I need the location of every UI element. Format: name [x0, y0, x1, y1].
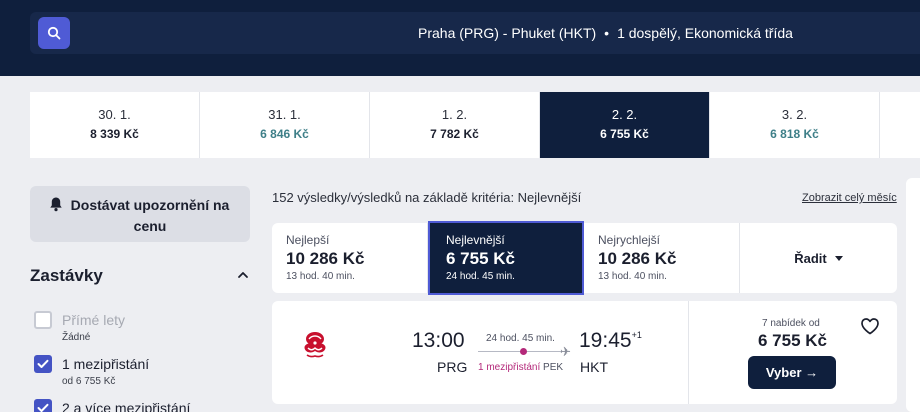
date-price: 8 339 Kč: [90, 127, 139, 141]
sort-label: Řadit: [794, 250, 827, 266]
filter-label: Přímé lety: [62, 312, 126, 328]
date-label: 2. 2.: [611, 107, 638, 122]
date-option[interactable]: 30. 1. 8 339 Kč: [30, 92, 200, 158]
via-airport: PEK: [543, 362, 564, 373]
arrival-time: 19:45+1: [579, 329, 642, 353]
flight-duration: 24 hod. 45 min.: [486, 333, 555, 344]
date-price: 7 782 Kč: [430, 127, 479, 141]
search-icon: [47, 26, 61, 40]
check-icon: [37, 403, 49, 412]
stops-info: 1 mezipřistání PEK: [478, 362, 563, 373]
filter-sub: Žádné: [62, 332, 91, 343]
stops-count: 1 mezipřistání: [478, 362, 541, 373]
check-icon: [37, 359, 49, 368]
date-label: 30. 1.: [98, 107, 131, 122]
summary-separator: •: [604, 25, 610, 41]
tab-duration: 13 hod. 40 min.: [286, 271, 355, 282]
filter-direct[interactable]: Přímé lety Žádné: [34, 311, 125, 343]
date-label: 3. 2.: [781, 107, 808, 122]
tab-price: 10 286 Kč: [598, 249, 677, 268]
departure-airport: PRG: [437, 359, 468, 375]
checkbox-direct[interactable]: [34, 311, 52, 329]
date-price-strip: 30. 1. 8 339 Kč 31. 1. 6 846 Kč 1. 2. 7 …: [30, 92, 920, 158]
route-text: Praha (PRG) - Phuket (HKT): [418, 25, 597, 41]
heart-icon[interactable]: [860, 317, 880, 335]
date-option[interactable]: 31. 1. 6 846 Kč: [200, 92, 370, 158]
tab-price: 10 286 Kč: [286, 249, 365, 268]
tab-duration: 24 hod. 45 min.: [446, 271, 515, 282]
filter-label: 1 mezipřistání: [62, 356, 150, 372]
chevron-up-icon[interactable]: [236, 268, 250, 282]
stop-marker: [520, 348, 527, 355]
filter-sub: od 6 755 Kč: [62, 376, 116, 387]
date-price: 6 755 Kč: [600, 127, 649, 141]
date-price: 6 846 Kč: [260, 127, 309, 141]
departure-time: 13:00: [412, 329, 465, 352]
tab-duration: 13 hod. 40 min.: [598, 271, 667, 282]
tab-name: Nejrychlejší: [598, 233, 661, 247]
stops-filter-title: Zastávky: [30, 266, 103, 285]
card-divider: [688, 301, 689, 404]
search-summary[interactable]: Praha (PRG) - Phuket (HKT) • 1 dospělý, Ek…: [418, 12, 793, 54]
search-bar[interactable]: Praha (PRG) - Phuket (HKT) • 1 dospělý, Ek…: [30, 12, 920, 54]
bell-icon: [50, 197, 62, 212]
show-month-link[interactable]: Zobrazit celý měsíc: [802, 192, 897, 204]
price-alert-button[interactable]: Dostávat upozornění na cenu: [30, 186, 250, 242]
sort-tabs: Nejlepší 10 286 Kč 13 hod. 40 min. Nejle…: [272, 221, 897, 295]
airplane-icon: ✈: [560, 344, 571, 359]
flight-price: 6 755 Kč: [758, 331, 827, 350]
date-label: 1. 2.: [441, 107, 468, 122]
checkbox-one-stop[interactable]: [34, 355, 52, 373]
date-price: 6 818 Kč: [770, 127, 819, 141]
checkbox-two-plus-stops[interactable]: [34, 399, 52, 412]
top-header: Praha (PRG) - Phuket (HKT) • 1 dospělý, Ek…: [0, 0, 920, 76]
right-panel-edge: [906, 178, 920, 412]
day-offset: +1: [631, 330, 642, 340]
arrival-airport: HKT: [580, 359, 608, 375]
filter-one-stop[interactable]: 1 mezipřistání od 6 755 Kč: [34, 355, 149, 387]
flight-card[interactable]: 13:00 PRG 24 hod. 45 min. ✈ 1 mezipřistá…: [272, 301, 897, 404]
price-alert-label: Dostávat upozornění na cenu: [70, 197, 230, 234]
sort-dropdown[interactable]: Řadit: [740, 223, 897, 293]
offers-count: 7 nabídek od: [762, 318, 820, 329]
date-label: 31. 1.: [268, 107, 301, 122]
select-flight-button[interactable]: Vyber →: [748, 356, 836, 389]
tab-best[interactable]: Nejlepší 10 286 Kč 13 hod. 40 min.: [272, 223, 428, 293]
search-button[interactable]: [38, 17, 70, 49]
filter-label: 2 a více mezipřistání: [62, 400, 191, 412]
date-option[interactable]: 1. 2. 7 782 Kč: [370, 92, 540, 158]
passengers-text: 1 dospělý, Ekonomická třída: [617, 25, 793, 41]
caret-down-icon: [834, 255, 843, 261]
results-count: 152 výsledky/výsledků na základě kritéri…: [272, 190, 582, 205]
date-option[interactable]: 3. 2. 6 818 Kč: [710, 92, 880, 158]
date-option-selected[interactable]: 2. 2. 6 755 Kč: [540, 92, 710, 158]
tab-name: Nejlevnější: [446, 233, 505, 247]
airline-logo-icon: [304, 332, 326, 358]
tab-fastest[interactable]: Nejrychlejší 10 286 Kč 13 hod. 40 min.: [584, 223, 740, 293]
tab-price: 6 755 Kč: [446, 249, 515, 268]
tab-cheapest[interactable]: Nejlevnější 6 755 Kč 24 hod. 45 min.: [428, 221, 584, 295]
filter-two-plus-stops[interactable]: 2 a více mezipřistání: [34, 399, 190, 412]
arrival-time-value: 19:45: [579, 329, 632, 352]
tab-name: Nejlepší: [286, 233, 330, 247]
